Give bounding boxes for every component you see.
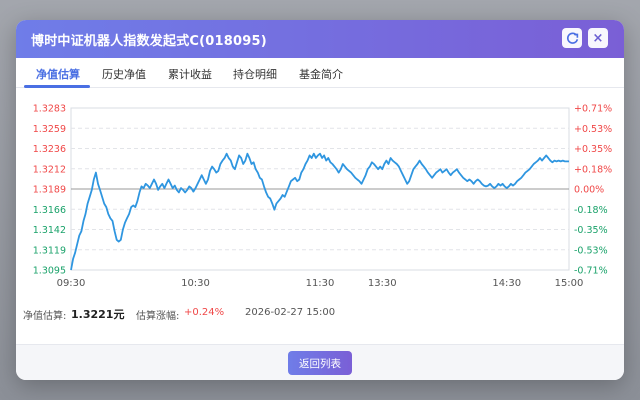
y-tick-label-left: 1.3189 bbox=[33, 185, 66, 196]
estimate-info-row: 净值估算: 1.3221元 估算涨幅: +0.24% 2026-02-27 15… bbox=[16, 304, 624, 326]
y-tick-label-left: 1.3283 bbox=[33, 104, 66, 115]
y-tick-label-right: +0.18% bbox=[574, 164, 612, 175]
modal-footer: 返回列表 bbox=[16, 344, 624, 380]
x-tick-label: 10:30 bbox=[181, 278, 210, 289]
modal-title: 博时中证机器人指数发起式C(018095) bbox=[31, 34, 267, 49]
y-tick-label-right: +0.53% bbox=[574, 124, 612, 135]
y-tick-label-left: 1.3236 bbox=[33, 144, 66, 155]
series-line bbox=[70, 152, 569, 271]
change-value: +0.24% bbox=[184, 307, 225, 318]
modal-header: 博时中证机器人指数发起式C(018095) × bbox=[16, 20, 624, 58]
x-tick-label: 11:30 bbox=[306, 278, 335, 289]
change-label: 估算涨幅: bbox=[136, 311, 180, 322]
tab-cumulative-return[interactable]: 累计收益 bbox=[168, 66, 212, 82]
fund-detail-modal: 博时中证机器人指数发起式C(018095) × 净值估算 历史净值 累计收益 持… bbox=[16, 20, 624, 380]
y-tick-label-left: 1.3119 bbox=[33, 245, 66, 256]
x-tick-label: 13:30 bbox=[368, 278, 397, 289]
y-tick-label-left: 1.3142 bbox=[33, 225, 66, 236]
y-tick-label-right: 0.00% bbox=[574, 185, 604, 196]
x-tick-label: 14:30 bbox=[492, 278, 521, 289]
back-to-list-button[interactable]: 返回列表 bbox=[288, 351, 352, 375]
y-tick-label-right: -0.18% bbox=[574, 205, 608, 216]
y-tick-label-right: +0.71% bbox=[574, 104, 612, 115]
tab-nav-estimate[interactable]: 净值估算 bbox=[36, 66, 80, 82]
estimate-timestamp: 2026-02-27 15:00 bbox=[245, 307, 336, 318]
y-tick-label-left: 1.3166 bbox=[33, 205, 66, 216]
y-tick-label-left: 1.3095 bbox=[33, 266, 66, 277]
y-tick-label-left: 1.3259 bbox=[33, 124, 66, 135]
y-tick-label-left: 1.3212 bbox=[33, 164, 66, 175]
tab-bar: 净值估算 历史净值 累计收益 持仓明细 基金简介 bbox=[16, 58, 624, 88]
y-tick-label-right: -0.35% bbox=[574, 225, 608, 236]
tab-history-nav[interactable]: 历史净值 bbox=[102, 66, 146, 82]
refresh-button[interactable] bbox=[562, 28, 582, 48]
close-button[interactable]: × bbox=[588, 28, 608, 48]
y-tick-label-right: -0.71% bbox=[574, 266, 608, 277]
close-icon: × bbox=[592, 30, 604, 46]
y-tick-label-right: +0.35% bbox=[574, 144, 612, 155]
y-tick-label-right: -0.53% bbox=[574, 245, 608, 256]
nav-value: 1.3221元 bbox=[71, 308, 125, 321]
refresh-icon bbox=[566, 32, 578, 44]
nav-label: 净值估算: bbox=[23, 311, 67, 322]
tab-fund-profile[interactable]: 基金简介 bbox=[299, 66, 343, 82]
x-tick-label: 15:00 bbox=[555, 278, 584, 289]
nav-intraday-chart: 1.3283 +0.71% 1.3259 +0.53% 1.3236 +0.35% 1.32… bbox=[16, 88, 624, 298]
x-tick-label: 09:30 bbox=[57, 278, 86, 289]
tab-holdings[interactable]: 持仓明细 bbox=[233, 66, 277, 82]
chart-svg: 1.3283 +0.71% 1.3259 +0.53% 1.3236 +0.35% 1.32… bbox=[33, 104, 612, 290]
